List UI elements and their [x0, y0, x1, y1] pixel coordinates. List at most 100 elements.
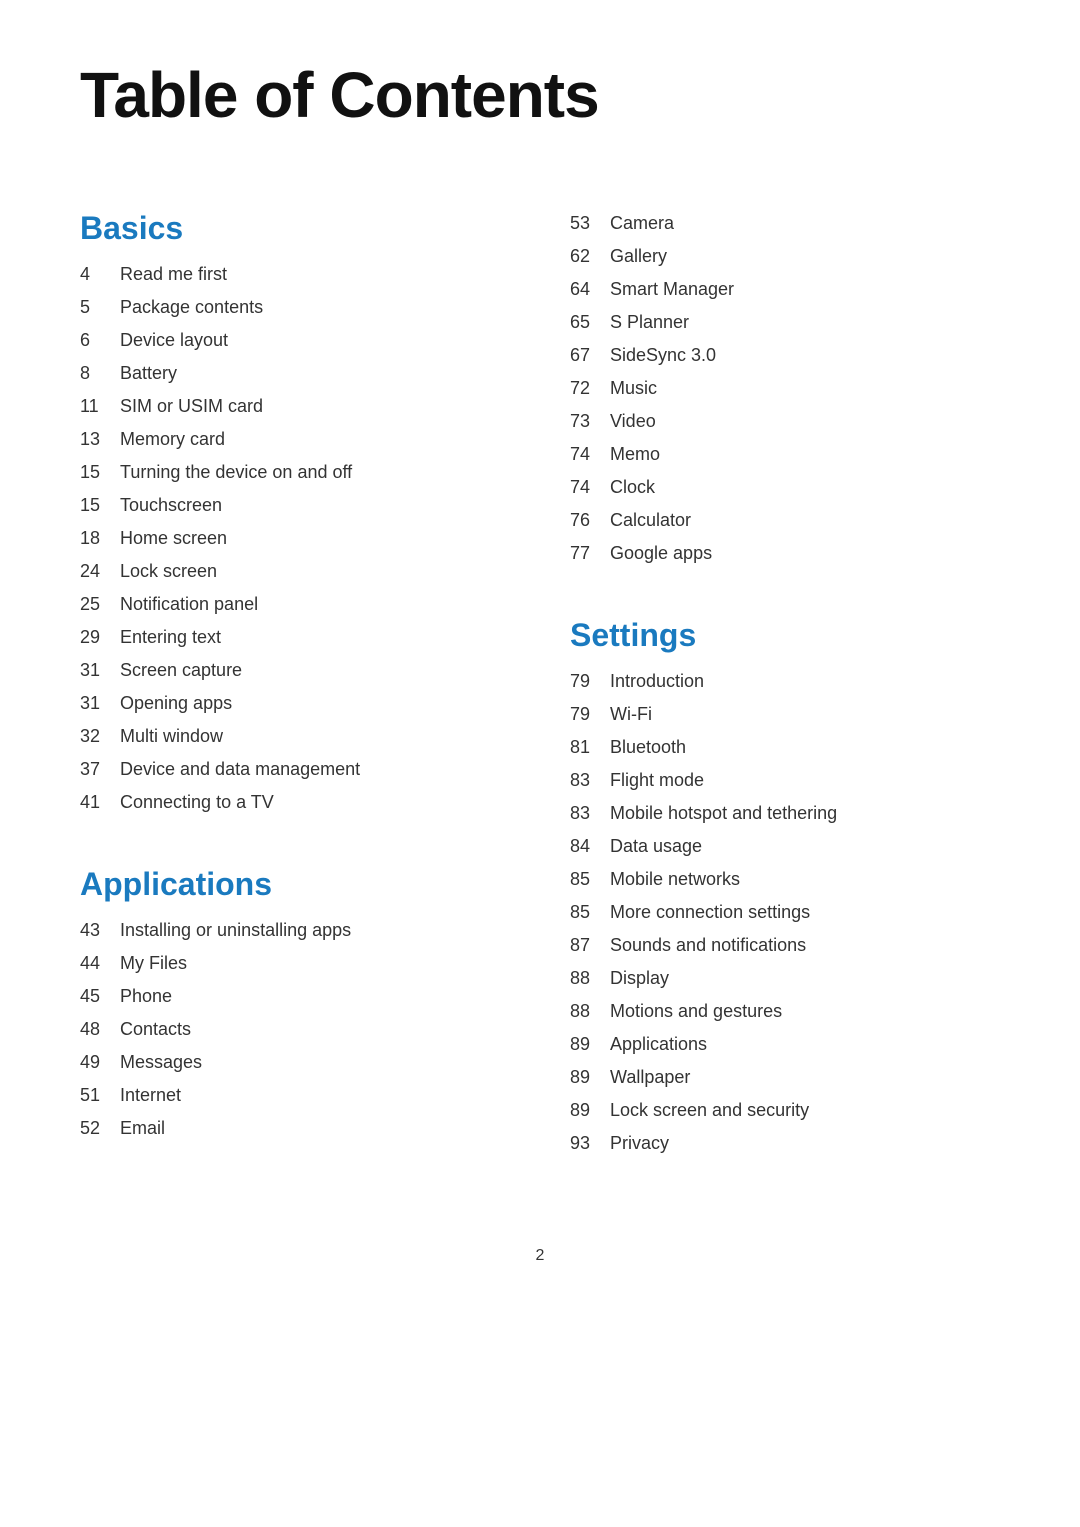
page-num: 83	[570, 800, 610, 827]
page-num: 37	[80, 756, 120, 783]
page-num: 65	[570, 309, 610, 336]
list-item: 52 Email	[80, 1115, 510, 1142]
toc-entry-label: Installing or uninstalling apps	[120, 917, 351, 944]
list-item: 65 S Planner	[570, 309, 1000, 336]
toc-entry-label: Contacts	[120, 1016, 191, 1043]
list-item: 79 Wi-Fi	[570, 701, 1000, 728]
toc-entry-label: Lock screen and security	[610, 1097, 809, 1124]
list-item: 88 Display	[570, 965, 1000, 992]
page-num: 85	[570, 899, 610, 926]
list-item: 77 Google apps	[570, 540, 1000, 567]
list-item: 62 Gallery	[570, 243, 1000, 270]
page-num: 62	[570, 243, 610, 270]
list-item: 85 Mobile networks	[570, 866, 1000, 893]
toc-entry-label: Device and data management	[120, 756, 360, 783]
toc-entry-label: S Planner	[610, 309, 689, 336]
toc-entry-label: Introduction	[610, 668, 704, 695]
page-num: 93	[570, 1130, 610, 1157]
list-item: 8 Battery	[80, 360, 510, 387]
page-num: 29	[80, 624, 120, 651]
right-column: 53 Camera 62 Gallery 64 Smart Manager 65…	[570, 210, 1000, 1207]
toc-entry-label: Read me first	[120, 261, 227, 288]
toc-entry-label: Turning the device on and off	[120, 459, 352, 486]
list-item: 44 My Files	[80, 950, 510, 977]
section-heading-basics: Basics	[80, 210, 510, 247]
page-num: 73	[570, 408, 610, 435]
page-num: 83	[570, 767, 610, 794]
toc-entry-label: Touchscreen	[120, 492, 222, 519]
list-item: 15 Touchscreen	[80, 492, 510, 519]
list-item: 76 Calculator	[570, 507, 1000, 534]
toc-entry-label: Bluetooth	[610, 734, 686, 761]
toc-entry-label: Wi-Fi	[610, 701, 652, 728]
page-num: 15	[80, 492, 120, 519]
toc-entry-label: Google apps	[610, 540, 712, 567]
list-item: 74 Clock	[570, 474, 1000, 501]
toc-entry-label: Applications	[610, 1031, 707, 1058]
page-num: 51	[80, 1082, 120, 1109]
page-num: 11	[80, 393, 120, 420]
toc-entry-label: My Files	[120, 950, 187, 977]
page-num: 31	[80, 657, 120, 684]
page-num: 79	[570, 668, 610, 695]
toc-entry-label: Sounds and notifications	[610, 932, 806, 959]
list-item: 81 Bluetooth	[570, 734, 1000, 761]
applications-cont-list: 53 Camera 62 Gallery 64 Smart Manager 65…	[570, 210, 1000, 567]
list-item: 45 Phone	[80, 983, 510, 1010]
list-item: 25 Notification panel	[80, 591, 510, 618]
page-num: 15	[80, 459, 120, 486]
toc-entry-label: Mobile networks	[610, 866, 740, 893]
page-num: 13	[80, 426, 120, 453]
toc-entry-label: Clock	[610, 474, 655, 501]
page-num: 52	[80, 1115, 120, 1142]
page-num: 88	[570, 998, 610, 1025]
list-item: 53 Camera	[570, 210, 1000, 237]
page-num: 89	[570, 1097, 610, 1124]
page-num: 88	[570, 965, 610, 992]
toc-entry-label: Email	[120, 1115, 165, 1142]
toc-entry-label: Memo	[610, 441, 660, 468]
list-item: 85 More connection settings	[570, 899, 1000, 926]
left-column: Basics 4 Read me first 5 Package content…	[80, 210, 510, 1207]
page-title: Table of Contents	[80, 60, 1000, 130]
page-num: 76	[570, 507, 610, 534]
page-num: 49	[80, 1049, 120, 1076]
toc-entry-label: Calculator	[610, 507, 691, 534]
toc-entry-label: Display	[610, 965, 669, 992]
list-item: 79 Introduction	[570, 668, 1000, 695]
page-num: 45	[80, 983, 120, 1010]
list-item: 84 Data usage	[570, 833, 1000, 860]
toc-entry-label: Internet	[120, 1082, 181, 1109]
toc-entry-label: SIM or USIM card	[120, 393, 263, 420]
toc-entry-label: Opening apps	[120, 690, 232, 717]
list-item: 11 SIM or USIM card	[80, 393, 510, 420]
toc-entry-label: Smart Manager	[610, 276, 734, 303]
page-num: 31	[80, 690, 120, 717]
page-num: 48	[80, 1016, 120, 1043]
toc-entry-label: Messages	[120, 1049, 202, 1076]
basics-list: 4 Read me first 5 Package contents 6 Dev…	[80, 261, 510, 816]
page-num: 6	[80, 327, 120, 354]
page-num: 8	[80, 360, 120, 387]
toc-entry-label: Memory card	[120, 426, 225, 453]
page-num: 67	[570, 342, 610, 369]
list-item: 15 Turning the device on and off	[80, 459, 510, 486]
toc-entry-label: Screen capture	[120, 657, 242, 684]
list-item: 41 Connecting to a TV	[80, 789, 510, 816]
page-num: 4	[80, 261, 120, 288]
page-num: 81	[570, 734, 610, 761]
toc-entry-label: Camera	[610, 210, 674, 237]
toc-entry-label: Video	[610, 408, 656, 435]
page-num: 32	[80, 723, 120, 750]
page-num: 85	[570, 866, 610, 893]
list-item: 88 Motions and gestures	[570, 998, 1000, 1025]
list-item: 67 SideSync 3.0	[570, 342, 1000, 369]
toc-entry-label: Entering text	[120, 624, 221, 651]
list-item: 83 Flight mode	[570, 767, 1000, 794]
page-num: 72	[570, 375, 610, 402]
toc-entry-label: Phone	[120, 983, 172, 1010]
toc-entry-label: Multi window	[120, 723, 223, 750]
toc-entry-label: SideSync 3.0	[610, 342, 716, 369]
toc-entry-label: Device layout	[120, 327, 228, 354]
page-num: 64	[570, 276, 610, 303]
